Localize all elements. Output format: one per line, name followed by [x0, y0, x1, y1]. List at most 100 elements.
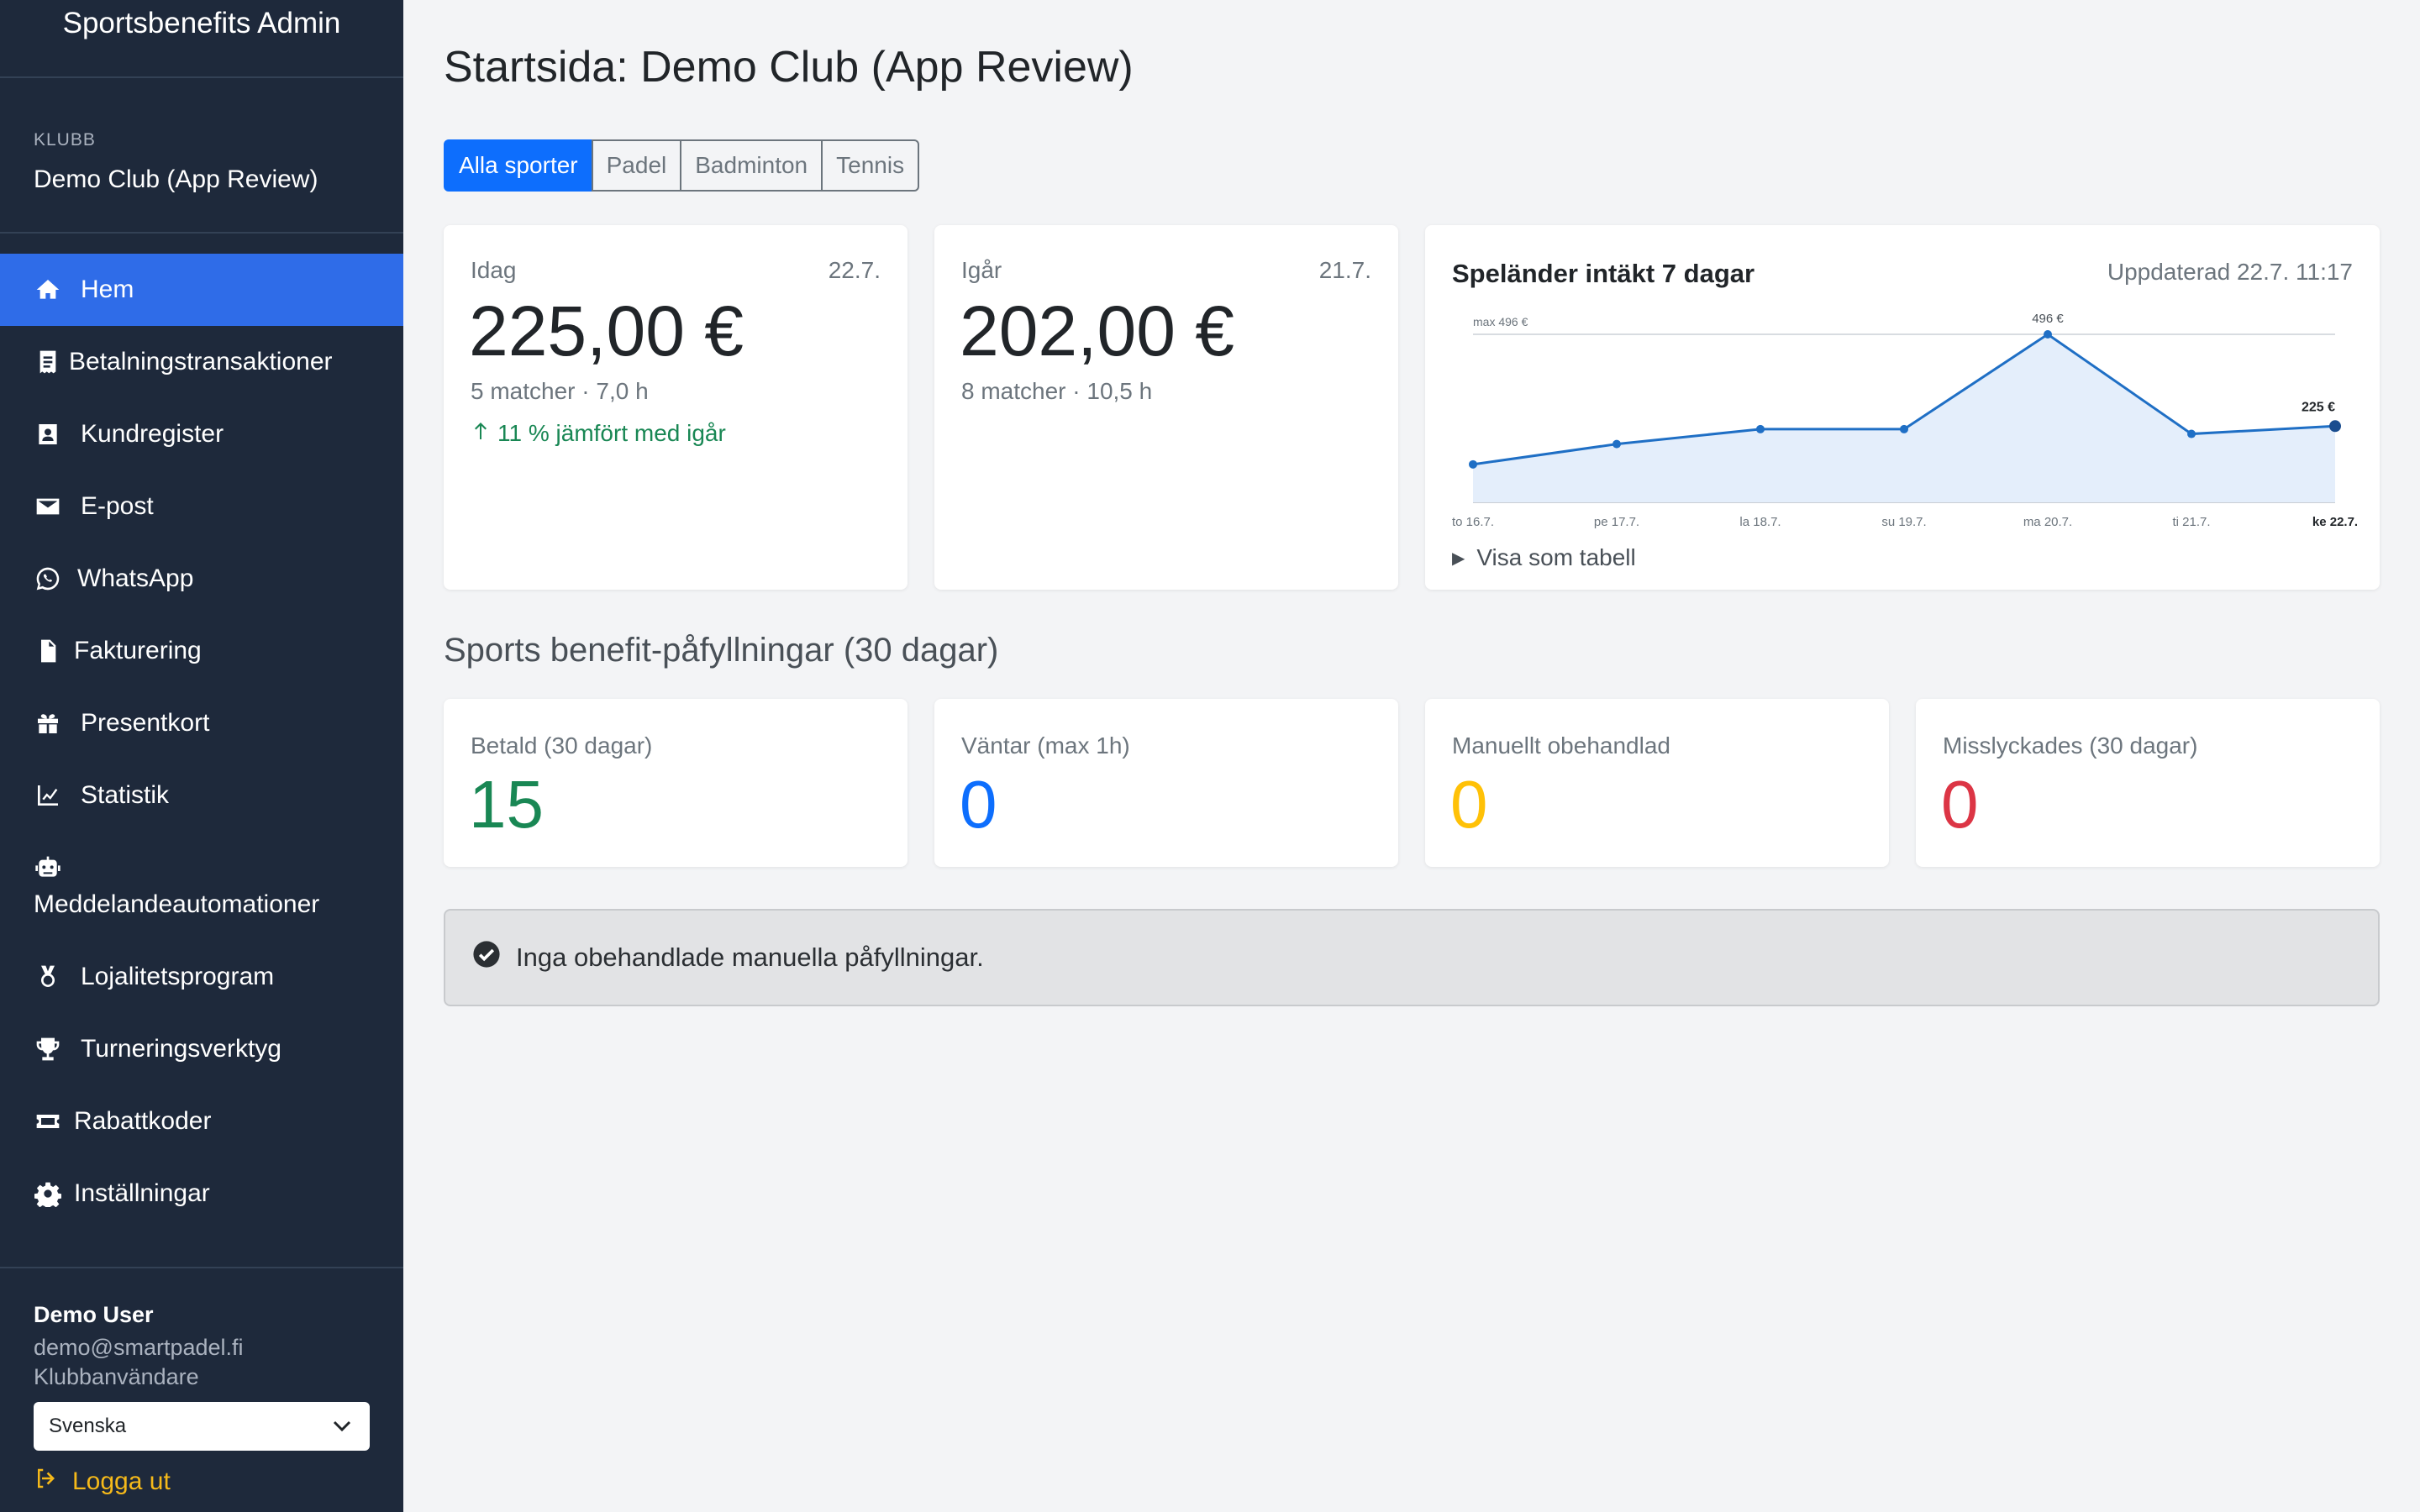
- sidebar-item-statistik[interactable]: Statistik: [0, 759, 403, 832]
- x-tick-label: la 18.7.: [1739, 515, 1781, 529]
- caret-right-icon: ▶: [1452, 549, 1465, 568]
- data-point: [1469, 459, 1477, 469]
- data-point: [2187, 429, 2196, 438]
- arrow-up-icon: [471, 420, 497, 447]
- sidebar-item-label: Presentkort: [81, 709, 210, 737]
- x-tick-label: su 19.7.: [1881, 515, 1926, 529]
- yesterday-label: Igår: [961, 257, 1002, 283]
- user-role: Klubbanvändare: [34, 1364, 199, 1389]
- sidebar-item-label: Statistik: [81, 781, 170, 809]
- sidebar-item-presentkort[interactable]: Presentkort: [0, 687, 403, 759]
- sidebar-item-turneringsverktyg[interactable]: Turneringsverktyg: [0, 1013, 403, 1085]
- stat-card-pending: Väntar (max 1h) 0: [934, 699, 1398, 867]
- stat-label: Betald (30 dagar): [471, 732, 653, 759]
- stat-value: 0: [1941, 767, 1979, 842]
- data-point: [2329, 420, 2341, 433]
- gear-icon: [34, 1179, 62, 1208]
- sidebar-item-installningar[interactable]: Inställningar: [0, 1158, 403, 1230]
- club-name: Demo Club (App Review): [34, 165, 318, 193]
- yesterday-revenue-card: Igår 21.7. 202,00 € 8 matcher · 10,5 h: [934, 225, 1398, 590]
- sidebar-item-betalningstransaktioner[interactable]: Betalningstransaktioner: [0, 326, 403, 398]
- area-fill: [1473, 334, 2335, 502]
- x-tick-label: pe 17.7.: [1594, 515, 1639, 529]
- ticket-icon: [34, 1107, 62, 1136]
- sidebar-item-label: Kundregister: [81, 420, 224, 448]
- today-summary: 5 matcher · 7,0 h: [471, 378, 649, 404]
- stat-card-paid: Betald (30 dagar) 15: [444, 699, 908, 867]
- x-tick-label: ke 22.7.: [2312, 515, 2358, 529]
- sidebar-item-kundregister[interactable]: Kundregister: [0, 398, 403, 470]
- app-title: Sportsbenefits Admin: [0, 0, 403, 78]
- user-email: demo@smartpadel.fi: [34, 1335, 244, 1360]
- x-tick-label: ma 20.7.: [2023, 515, 2072, 529]
- today-label: Idag: [471, 257, 517, 283]
- sidebar-item-meddelandeautomationer[interactable]: Meddelandeautomationer: [0, 832, 403, 941]
- alert-text: Inga obehandlade manuella påfyllningar.: [516, 942, 984, 972]
- sport-filter: Alla sporter Padel Badminton Tennis: [444, 139, 920, 192]
- club-label: KLUBB: [34, 130, 96, 150]
- sidebar-item-label: Betalningstransaktioner: [69, 348, 333, 375]
- stat-value: 15: [469, 767, 544, 842]
- line-chart-icon: [34, 781, 62, 810]
- sidebar-item-label: Lojalitetsprogram: [81, 963, 275, 990]
- x-tick-label: to 16.7.: [1452, 515, 1494, 529]
- sidebar-item-hem[interactable]: Hem: [0, 254, 403, 326]
- envelope-icon: [34, 492, 62, 521]
- stat-value: 0: [960, 767, 997, 842]
- stat-label: Manuellt obehandlad: [1452, 732, 1670, 759]
- peak-label: 496 €: [2032, 312, 2064, 326]
- gift-icon: [34, 709, 62, 738]
- sidebar-item-whatsapp[interactable]: WhatsApp: [0, 543, 403, 615]
- tab-tennis[interactable]: Tennis: [821, 139, 920, 192]
- sidebar: Sportsbenefits Admin KLUBB Demo Club (Ap…: [0, 0, 403, 1512]
- check-circle-icon: [472, 940, 516, 975]
- logout-icon: [34, 1466, 72, 1498]
- tab-padel[interactable]: Padel: [591, 139, 682, 192]
- club-info: KLUBB Demo Club (App Review): [0, 78, 403, 234]
- max-annotation: max 496 €: [1473, 315, 1528, 328]
- trophy-icon: [34, 1035, 62, 1063]
- sidebar-item-lojalitetsprogram[interactable]: Lojalitetsprogram: [0, 941, 403, 1013]
- tab-alla-sporter[interactable]: Alla sporter: [444, 139, 593, 192]
- sidebar-nav: Hem Betalningstransaktioner Kundregister…: [0, 254, 403, 1230]
- today-trend: 11 % jämfört med igår: [471, 420, 726, 447]
- today-value: 225,00 €: [469, 291, 744, 370]
- user-name: Demo User: [34, 1302, 154, 1327]
- invoice-icon: [34, 637, 62, 665]
- refills-section-title: Sports benefit-påfyllningar (30 dagar): [444, 632, 999, 669]
- sidebar-item-label: Turneringsverktyg: [81, 1035, 281, 1063]
- sidebar-item-label: Inställningar: [74, 1179, 210, 1207]
- medal-icon: [34, 963, 62, 991]
- sidebar-item-label: Fakturering: [74, 637, 202, 664]
- language-select-value: Svenska: [49, 1415, 127, 1437]
- show-as-table-toggle[interactable]: ▶ Visa som tabell: [1452, 544, 1636, 571]
- sidebar-item-rabattkoder[interactable]: Rabattkoder: [0, 1085, 403, 1158]
- stat-label: Misslyckades (30 dagar): [1943, 732, 2198, 759]
- whatsapp-icon: [34, 564, 62, 593]
- sidebar-item-label: Rabattkoder: [74, 1107, 212, 1135]
- contact-card-icon: [34, 420, 62, 449]
- language-select[interactable]: Svenska: [34, 1402, 370, 1451]
- chevron-down-icon: [333, 1415, 351, 1438]
- show-as-table-label: Visa som tabell: [1476, 544, 1636, 570]
- logout-label: Logga ut: [72, 1467, 171, 1495]
- robot-icon: [34, 853, 62, 882]
- stat-card-failed: Misslyckades (30 dagar) 0: [1916, 699, 2380, 867]
- page-title: Startsida: Demo Club (App Review): [444, 43, 1134, 92]
- last-value-label: 225 €: [2302, 400, 2335, 414]
- today-date: 22.7.: [828, 257, 881, 283]
- info-alert: Inga obehandlade manuella påfyllningar.: [444, 909, 2380, 1006]
- revenue-chart: to 16.7. pe 17.7. la 18.7. su 19.7. ma 20.7.…: [1452, 312, 2358, 529]
- sidebar-item-label: E-post: [81, 492, 154, 520]
- data-point: [1612, 439, 1621, 449]
- sidebar-item-label: Hem: [81, 276, 134, 303]
- sidebar-item-fakturering[interactable]: Fakturering: [0, 615, 403, 687]
- sidebar-item-e-post[interactable]: E-post: [0, 470, 403, 543]
- data-point: [2044, 330, 2052, 339]
- x-tick-label: ti 21.7.: [2172, 515, 2210, 529]
- today-trend-text: 11 % jämfört med igår: [497, 420, 726, 446]
- sidebar-item-label: WhatsApp: [77, 564, 194, 592]
- logout-button[interactable]: Logga ut: [34, 1466, 370, 1498]
- stat-card-manual: Manuellt obehandlad 0: [1425, 699, 1889, 867]
- tab-badminton[interactable]: Badminton: [680, 139, 823, 192]
